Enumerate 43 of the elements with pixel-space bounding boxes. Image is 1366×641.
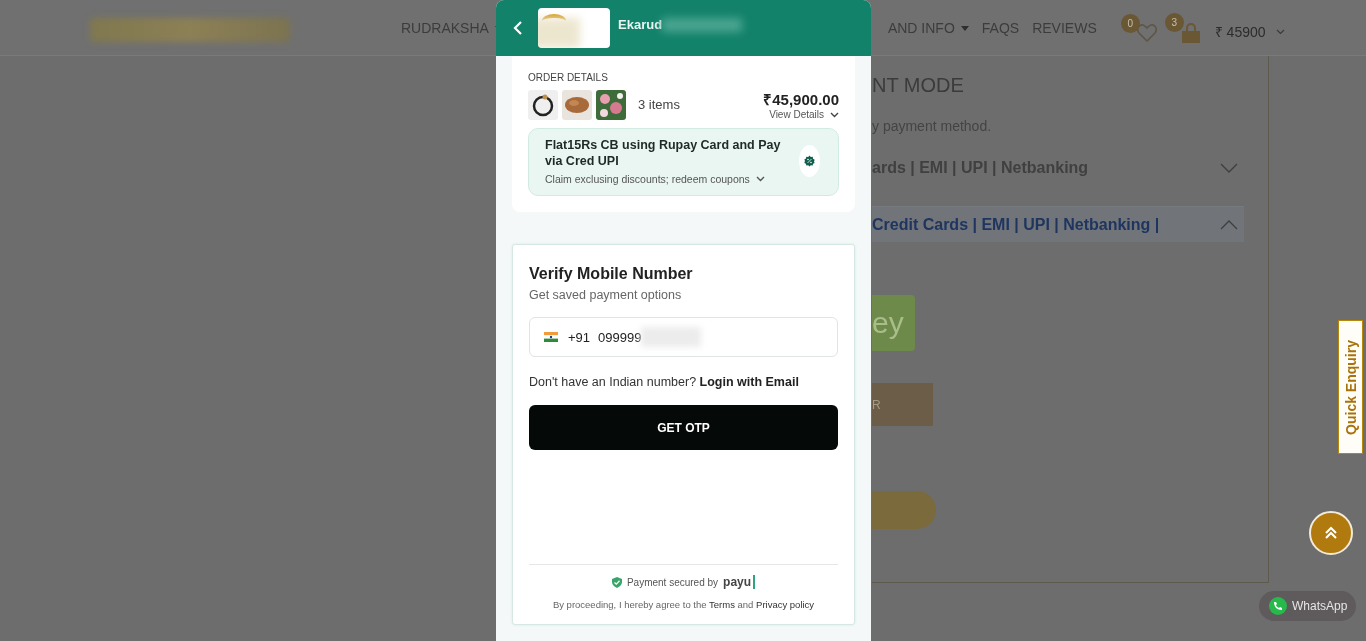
heart-icon[interactable] — [1136, 23, 1157, 42]
legal-text: By proceeding, I hereby agree to the Terms and Privacy policy — [551, 599, 816, 610]
chevron-down-icon[interactable] — [1220, 163, 1238, 173]
caret-icon — [960, 25, 969, 31]
chevron-down-icon — [755, 176, 765, 182]
verify-title: Verify Mobile Number — [529, 265, 694, 283]
shield-check-icon — [611, 576, 622, 588]
login-email-link[interactable]: Login with Email — [699, 375, 799, 389]
payment-option[interactable]: Credit Cards | EMI | UPI | Netbanking | — [872, 206, 1244, 242]
privacy-policy-link[interactable]: Privacy policy — [756, 599, 815, 610]
wishlist-count-badge: 0 — [1120, 13, 1140, 33]
india-flag-icon — [544, 332, 558, 342]
merchant-name: Ekarud — [618, 16, 663, 32]
back-icon[interactable] — [513, 20, 523, 36]
view-details-link[interactable]: View Details — [769, 109, 839, 120]
phone-input-field[interactable]: +91 099999 — [529, 317, 838, 357]
quick-enquiry-tab[interactable]: Quick Enquiry — [1338, 320, 1363, 454]
whatsapp-icon — [1268, 596, 1288, 616]
order-heading: ORDER DETAILS — [528, 72, 609, 83]
whatsapp-button[interactable]: WhatsApp — [1259, 591, 1356, 621]
alt-prompt: Don't have an Indian number? — [529, 375, 697, 389]
blurred-logo-icon — [90, 17, 290, 42]
get-otp-button[interactable]: GET OTP — [529, 405, 838, 450]
cart-count-badge: 3 — [1164, 12, 1184, 32]
offer-subtitle[interactable]: Claim exclusing discounts; redeem coupons — [545, 173, 799, 185]
order-button[interactable]: R — [872, 383, 933, 426]
offer-card[interactable]: Flat15Rs CB using Rupay Card and Pay via Cred UPI Claim exclusing discounts; redeem coupons — [528, 128, 839, 196]
chevron-down-icon — [830, 111, 839, 118]
secured-by-text: Payment secured by — [626, 576, 719, 588]
double-chevron-up-icon — [1324, 526, 1338, 540]
shopping-bag-icon[interactable] — [1180, 22, 1201, 43]
terms-link[interactable]: Terms — [709, 599, 735, 610]
blurred-logo-icon — [538, 8, 610, 48]
payu-logo: payu — [723, 575, 756, 589]
order-total: ₹45,900.00 — [763, 90, 839, 109]
item-count: 3 items — [638, 97, 680, 112]
chevron-up-icon[interactable] — [1220, 219, 1238, 230]
discount-badge-icon — [799, 145, 820, 177]
offer-title: Flat15Rs CB using Rupay Card and Pay via Cred UPI — [545, 137, 782, 169]
scroll-top-button[interactable] — [1309, 511, 1353, 555]
verify-subtitle: Get saved payment options — [529, 288, 683, 302]
cart-total[interactable]: ₹ 45900 — [1214, 22, 1266, 41]
chevron-down-icon[interactable] — [1275, 28, 1285, 35]
